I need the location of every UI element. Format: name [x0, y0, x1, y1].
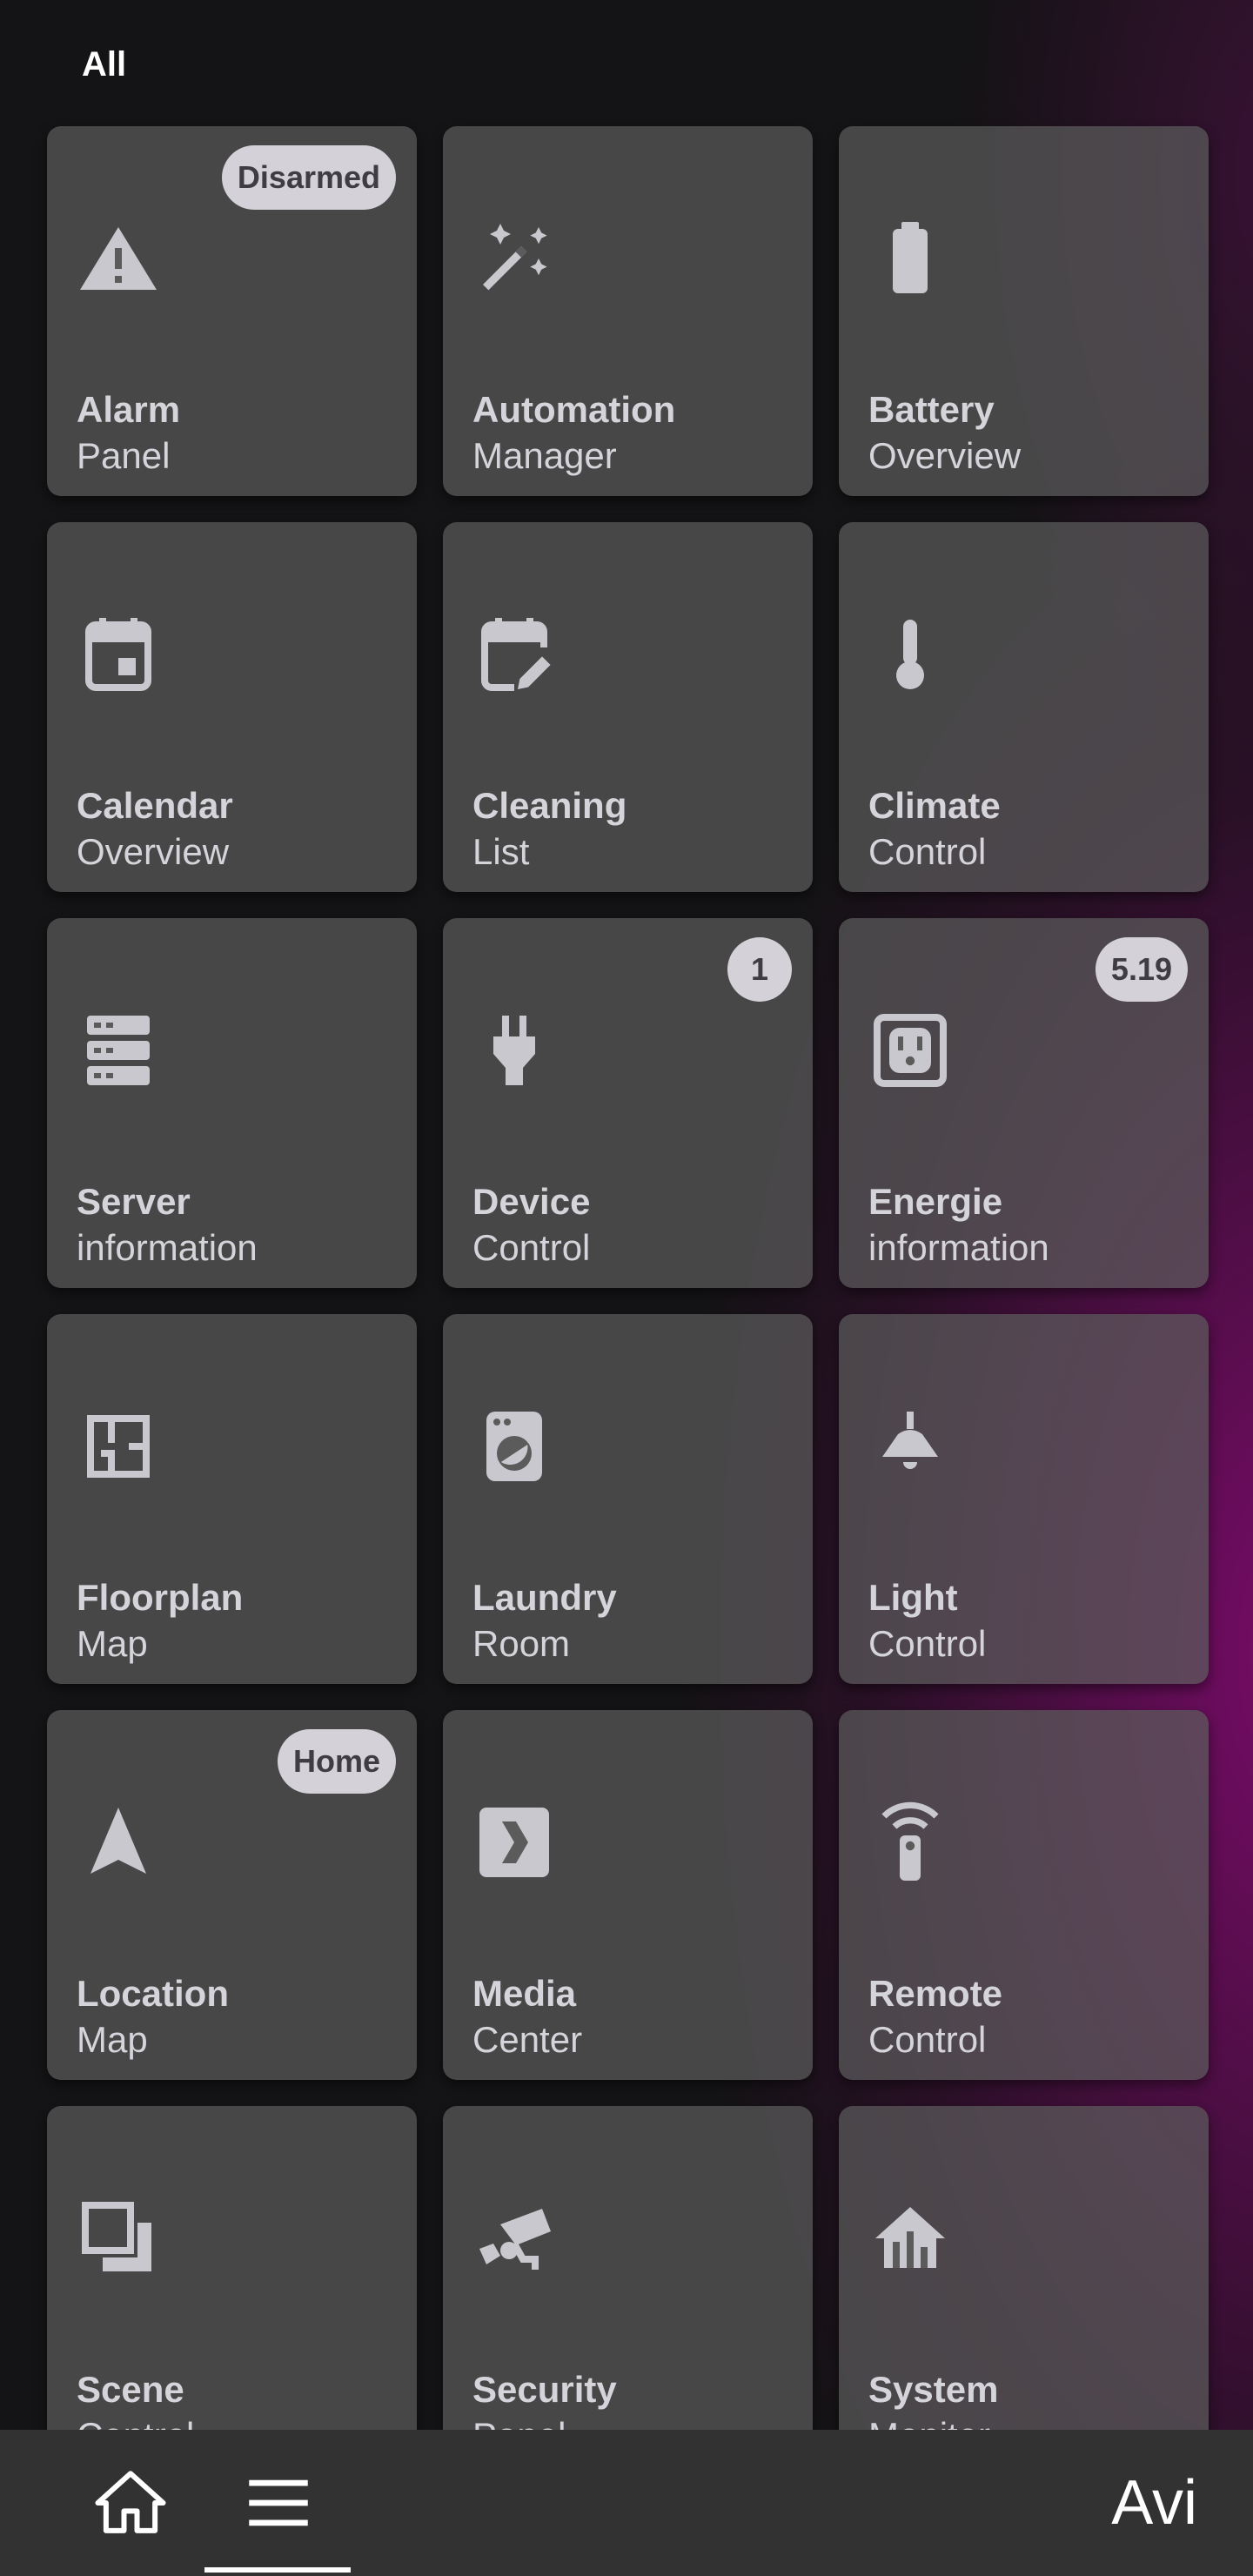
card-title: Media [472, 1973, 577, 2014]
card-subtitle: Map [77, 1623, 148, 1664]
floor-plan-icon [77, 1405, 160, 1488]
card-light[interactable]: Light Control [839, 1314, 1209, 1684]
card-laundry[interactable]: Laundry Room [443, 1314, 813, 1684]
ceiling-light-icon [868, 1405, 952, 1488]
thermometer-icon [868, 613, 952, 696]
card-title: Alarm [77, 389, 181, 430]
card-subtitle: Overview [77, 831, 230, 872]
home-analytics-icon [868, 2197, 952, 2280]
calendar-edit-icon [472, 613, 556, 696]
card-subtitle: Control [868, 831, 987, 872]
card-title: Server [77, 1181, 191, 1222]
card-title: Light [868, 1577, 958, 1618]
card-subtitle: Control [472, 1227, 591, 1268]
status-badge: Home [277, 1729, 396, 1794]
card-title: System [868, 2369, 999, 2410]
status-badge: 5.19 [1095, 937, 1188, 1002]
card-subtitle: Center [472, 2019, 583, 2060]
user-name[interactable]: Avi [1111, 2430, 1197, 2576]
power-socket-icon [868, 1009, 952, 1092]
card-title: Scene [77, 2369, 184, 2410]
home-icon [95, 2471, 166, 2533]
server-icon [77, 1009, 160, 1092]
battery-icon [868, 217, 952, 300]
card-subtitle: Overview [868, 435, 1022, 476]
card-floorplan[interactable]: Floorplan Map [47, 1314, 417, 1684]
card-remote[interactable]: Remote Control [839, 1710, 1209, 2080]
card-title: Automation [472, 389, 676, 430]
card-energie[interactable]: Energie information 5.19 [839, 918, 1209, 1288]
card-location[interactable]: Location Map Home [47, 1710, 417, 2080]
card-title: Device [472, 1181, 591, 1222]
magic-wand-icon [472, 217, 556, 300]
washing-machine-icon [472, 1405, 556, 1488]
card-title: Security [472, 2369, 617, 2410]
plex-icon [472, 1801, 556, 1884]
card-subtitle: Room [472, 1623, 571, 1664]
card-title: Energie [868, 1181, 1003, 1222]
card-scene[interactable]: SceneControl [47, 2106, 417, 2476]
card-cleaning[interactable]: Cleaning List [443, 522, 813, 892]
card-media[interactable]: Media Center [443, 1710, 813, 2080]
active-tab-indicator [204, 2567, 351, 2573]
remote-icon [868, 1801, 952, 1884]
home-nav-button[interactable] [57, 2430, 204, 2576]
calendar-icon [77, 613, 160, 696]
card-system[interactable]: SystemMonitor [839, 2106, 1209, 2476]
power-plug-icon [472, 1009, 556, 1092]
card-calendar[interactable]: Calendar Overview [47, 522, 417, 892]
menu-icon [249, 2479, 308, 2526]
card-subtitle: information [868, 1227, 1049, 1268]
status-badge: Disarmed [221, 145, 396, 210]
card-title: Calendar [77, 785, 233, 826]
bottom-navigation-bar: Avi [0, 2430, 1253, 2576]
card-title: Cleaning [472, 785, 627, 826]
card-subtitle: List [472, 831, 530, 872]
card-title: Laundry [472, 1577, 617, 1618]
navigation-icon [77, 1801, 160, 1884]
card-title: Climate [868, 785, 1001, 826]
card-battery[interactable]: Battery Overview [839, 126, 1209, 496]
card-security[interactable]: SecurityPanel [443, 2106, 813, 2476]
card-title: Remote [868, 1973, 1003, 2014]
card-title: Location [77, 1973, 229, 2014]
status-badge: 1 [727, 937, 792, 1002]
card-climate[interactable]: Climate Control [839, 522, 1209, 892]
card-subtitle: information [77, 1227, 258, 1268]
card-title: Battery [868, 389, 995, 430]
alert-icon [77, 217, 160, 300]
card-server[interactable]: Server information [47, 918, 417, 1288]
card-subtitle: Control [868, 2019, 987, 2060]
section-title: All [82, 45, 127, 84]
cctv-icon [472, 2197, 556, 2280]
card-device[interactable]: Device Control 1 [443, 918, 813, 1288]
card-subtitle: Panel [77, 435, 171, 476]
card-subtitle: Manager [472, 435, 617, 476]
dashboard-grid: Alarm Panel Disarmed Automation Manager Batte… [47, 126, 1209, 2476]
card-subtitle: Control [868, 1623, 987, 1664]
card-automation[interactable]: Automation Manager [443, 126, 813, 496]
card-subtitle: Map [77, 2019, 148, 2060]
scene-icon [77, 2197, 160, 2280]
card-alarm[interactable]: Alarm Panel Disarmed [47, 126, 417, 496]
card-title: Floorplan [77, 1577, 244, 1618]
menu-nav-button[interactable] [204, 2430, 352, 2576]
